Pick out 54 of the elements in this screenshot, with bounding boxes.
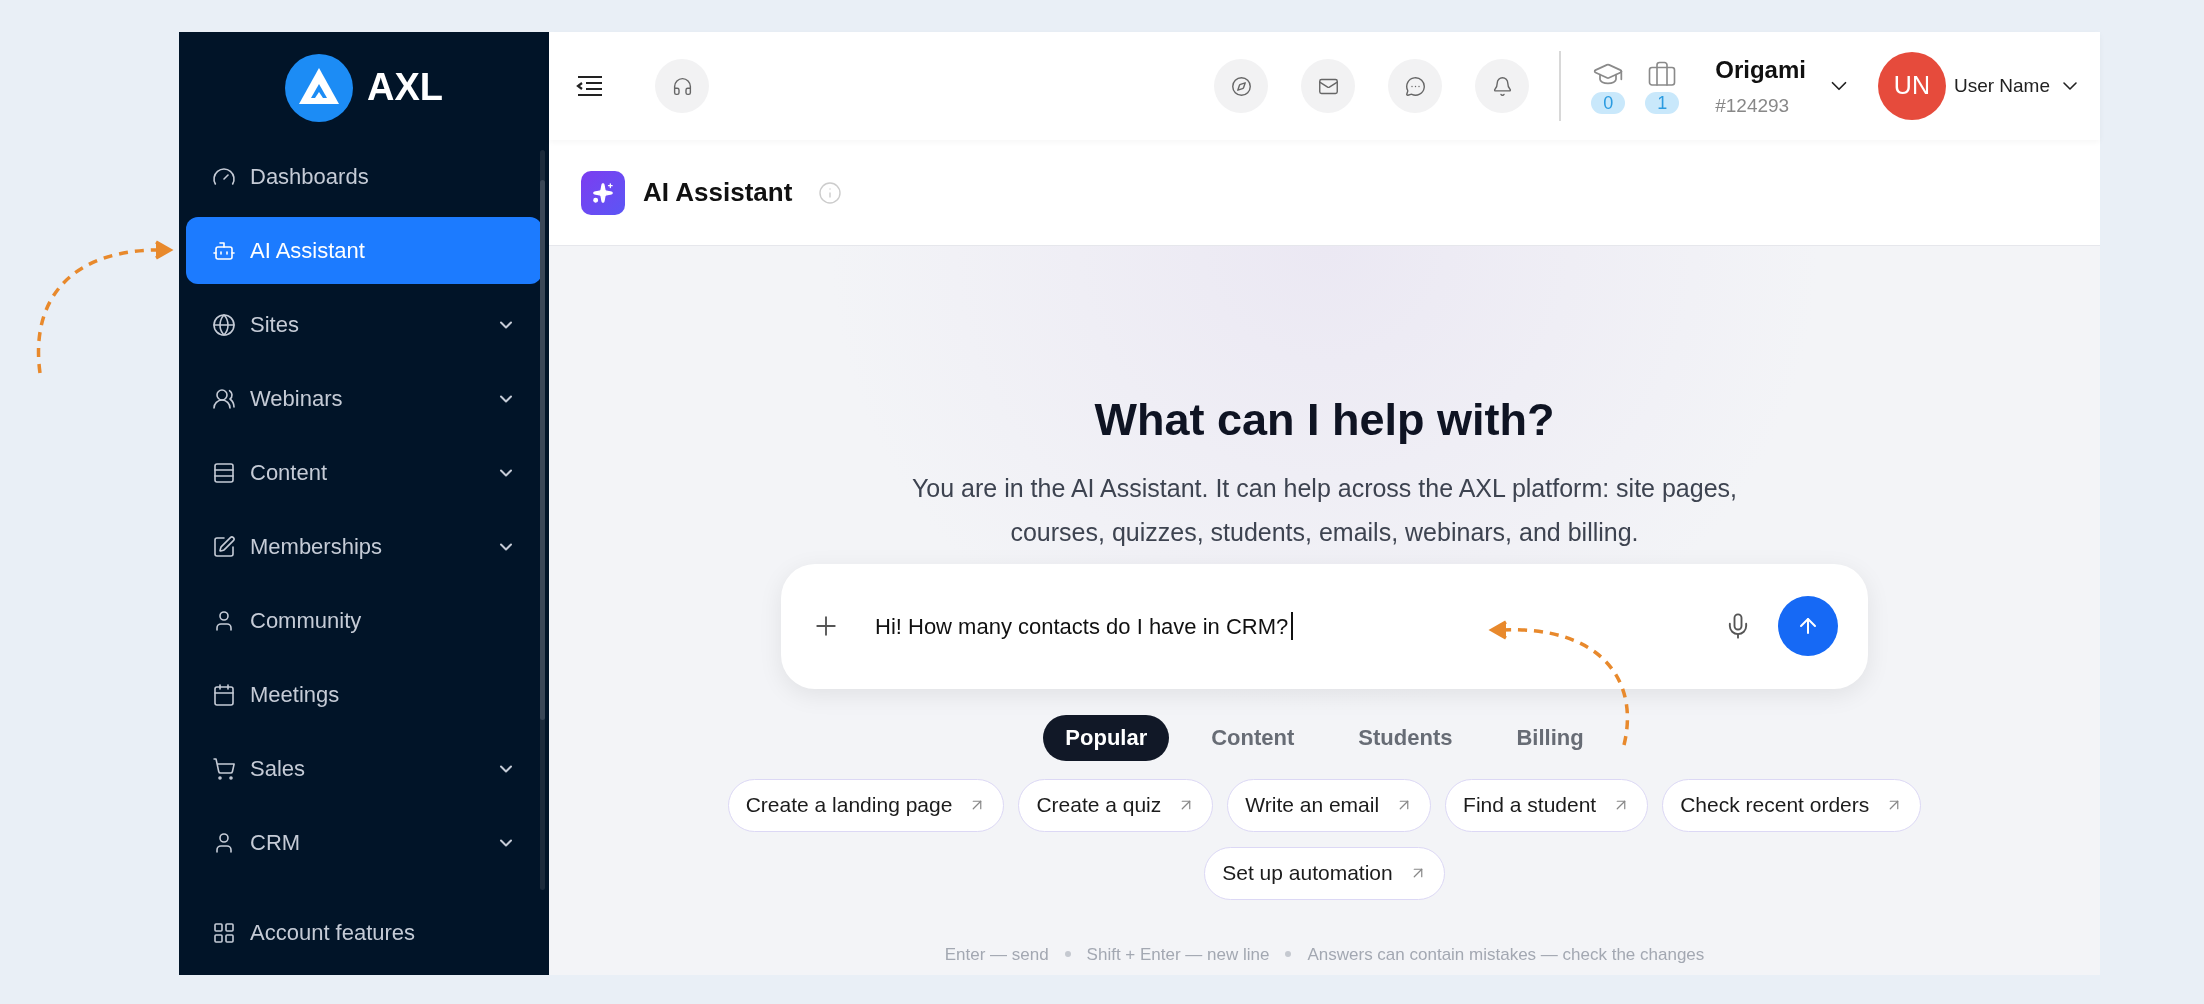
suggestion-chip[interactable]: Set up automation	[1204, 846, 1445, 900]
text-cursor	[1291, 612, 1294, 640]
category-tab[interactable]: Content	[1189, 714, 1317, 761]
users-icon	[212, 386, 236, 411]
suggestion-chip[interactable]: Create a landing page	[727, 778, 1005, 832]
chat-icon	[1404, 75, 1426, 97]
keyboard-hint: Shift + Enter — new line	[1086, 943, 1270, 966]
rows-icon	[212, 460, 236, 485]
menu-collapse-icon[interactable]	[575, 75, 603, 97]
dot-separator	[1285, 951, 1292, 958]
counter-badge: 1	[1645, 92, 1680, 114]
hero-description: You are in the AI Assistant. It can help across the AXL platform: site pages, courses, quizzes, students, emails, webinars, and billing.	[911, 472, 1738, 548]
hero-heading: What can I help with?	[1094, 393, 1555, 447]
sidebar-item[interactable]: Sales	[186, 735, 542, 802]
sidebar-item[interactable]: Account features	[186, 899, 542, 966]
sidebar-item[interactable]: CRM	[186, 809, 542, 876]
workspace-name: Origami	[1715, 54, 1806, 85]
counter-badge: 0	[1591, 92, 1626, 114]
sidebar-item[interactable]: Meetings	[186, 661, 542, 728]
grid-icon	[212, 920, 236, 945]
suggestion-chip[interactable]: Write an email	[1227, 778, 1432, 832]
edit-icon	[212, 534, 236, 559]
cart-icon	[212, 756, 236, 781]
workspace-id: #124293	[1715, 93, 1791, 118]
sidebar-item[interactable]: AI Assistant	[186, 217, 542, 284]
sidebar-item[interactable]: Webinars	[186, 365, 542, 432]
suggestion-chip[interactable]: Check recent orders	[1662, 778, 1922, 832]
category-tab[interactable]: Students	[1336, 714, 1475, 761]
keyboard-hint: Enter — send	[944, 943, 1049, 966]
avatar[interactable]: UN	[1877, 52, 1946, 120]
suggestion-chip[interactable]: Find a student	[1445, 778, 1649, 832]
notifications-icon	[1491, 75, 1513, 97]
send-button[interactable]	[1778, 596, 1838, 656]
keyboard-hint: Answers can contain mistakes — check the changes	[1307, 943, 1705, 966]
support-icon	[671, 75, 693, 97]
sidebar-item[interactable]: Dashboards	[186, 143, 542, 210]
sparkles-icon	[581, 170, 625, 215]
logo-icon	[285, 53, 353, 122]
calendar-icon	[212, 682, 236, 707]
suggestion-chip[interactable]: Create a quiz	[1018, 778, 1214, 832]
message-input[interactable]: Hi! How many contacts do I have in CRM?	[781, 563, 1868, 689]
sidebar-item[interactable]: Sites	[186, 291, 542, 358]
sidebar-item[interactable]: Content	[186, 439, 542, 506]
logo-text: AXL	[367, 65, 443, 110]
dot-separator	[1064, 951, 1071, 958]
globe-icon	[212, 312, 236, 337]
category-tab[interactable]: Billing	[1494, 714, 1606, 761]
compass-icon	[1230, 75, 1252, 97]
category-tab[interactable]: Popular	[1043, 714, 1170, 761]
sidebar-item[interactable]: Community	[186, 587, 542, 654]
scrollbar-thumb[interactable]	[540, 180, 545, 720]
page-title: AI Assistant	[643, 176, 793, 209]
sidebar-item[interactable]: Memberships	[186, 513, 542, 580]
user-name[interactable]: User Name	[1953, 71, 2050, 101]
